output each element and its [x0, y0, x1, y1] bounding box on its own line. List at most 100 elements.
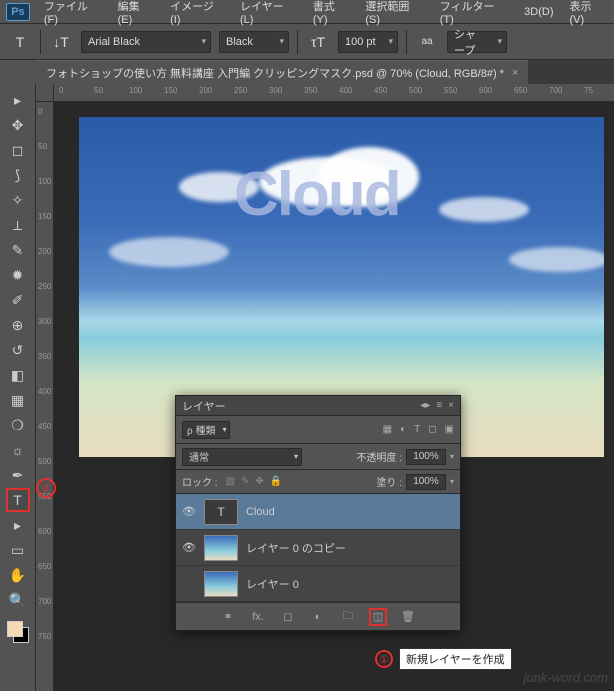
- menu-view[interactable]: 表示(V): [562, 0, 614, 26]
- path-select-tool[interactable]: ▸: [6, 513, 30, 537]
- fill-input[interactable]: 100%: [406, 474, 446, 490]
- layer-row-base[interactable]: レイヤー 0: [176, 566, 460, 602]
- fill-dropdown-icon[interactable]: ▾: [450, 477, 454, 486]
- new-layer-tooltip: 新規レイヤーを作成: [399, 648, 512, 670]
- font-size-icon: τT: [306, 30, 330, 54]
- antialias-select[interactable]: シャープ: [447, 31, 507, 53]
- layers-blend-row: 通常 不透明度 : 100% ▾: [176, 444, 460, 470]
- panel-close-icon[interactable]: ×: [448, 400, 454, 411]
- document-tabs: フォトショップの使い方 無料講座 入門編 クリッピングマスク.psd @ 70%…: [36, 60, 614, 84]
- crop-tool[interactable]: ⟂: [6, 213, 30, 237]
- visibility-toggle[interactable]: 👁: [182, 541, 196, 554]
- text-tool-icon: T: [8, 30, 32, 54]
- visibility-toggle[interactable]: 👁: [182, 505, 196, 518]
- layers-panel-title: レイヤー: [182, 398, 226, 414]
- hand-tool[interactable]: ✋: [6, 563, 30, 587]
- lasso-tool[interactable]: ⟆: [6, 163, 30, 187]
- history-brush-tool[interactable]: ↺: [6, 338, 30, 362]
- menu-3d[interactable]: 3D(D): [516, 6, 561, 18]
- layers-list: 👁 T Cloud 👁 レイヤー 0 のコピー レイヤー 0: [176, 494, 460, 602]
- layers-lock-row: ロック : ▨ ✎ ✥ 🔒 塗り : 100% ▾: [176, 470, 460, 494]
- layers-filter-row: ρ 種類 ▦ ◐ T ◻ ▣: [176, 416, 460, 444]
- blend-mode-select[interactable]: 通常: [182, 448, 302, 466]
- antialias-label: aa: [415, 30, 439, 54]
- filter-shape-icon[interactable]: ◻: [428, 424, 436, 435]
- link-layers-icon[interactable]: ⚭: [219, 608, 237, 626]
- gradient-tool[interactable]: ▦: [6, 388, 30, 412]
- document-tab[interactable]: フォトショップの使い方 無料講座 入門編 クリッピングマスク.psd @ 70%…: [36, 60, 528, 85]
- zoom-tool[interactable]: 🔍: [6, 588, 30, 612]
- pen-tool[interactable]: ✒: [6, 463, 30, 487]
- ruler-corner: [36, 84, 54, 102]
- layer-thumbnail: T: [204, 499, 238, 525]
- layer-fx-icon[interactable]: fx.: [249, 608, 267, 626]
- layers-panel: レイヤー ◂▸ ≡ × ρ 種類 ▦ ◐ T ◻ ▣ 通常 不透明度 : 100…: [175, 395, 461, 631]
- font-style-select[interactable]: Black: [219, 31, 289, 53]
- menu-edit[interactable]: 編集(E): [110, 0, 162, 26]
- layer-mask-icon[interactable]: ◻: [279, 608, 297, 626]
- opacity-input[interactable]: 100%: [406, 449, 446, 465]
- layers-bottom-bar: ⚭ fx. ◻ ◐ 🗀 ◫ 🗑: [176, 602, 460, 630]
- menu-file[interactable]: ファイル(F): [36, 0, 110, 26]
- quick-select-tool[interactable]: ✧: [6, 188, 30, 212]
- panel-menu-icon[interactable]: ≡: [436, 400, 442, 411]
- filter-pixel-icon[interactable]: ▦: [383, 424, 392, 435]
- fill-label: 塗り :: [376, 474, 402, 489]
- marquee-tool[interactable]: ◻: [6, 138, 30, 162]
- move-tool[interactable]: ✥: [6, 113, 30, 137]
- layer-name[interactable]: レイヤー 0: [246, 576, 299, 592]
- tab-close[interactable]: ×: [512, 67, 518, 79]
- menu-select[interactable]: 選択範囲(S): [357, 0, 431, 26]
- opacity-dropdown-icon[interactable]: ▾: [450, 452, 454, 461]
- layer-thumbnail: [204, 571, 238, 597]
- adjustment-layer-icon[interactable]: ◐: [309, 608, 327, 626]
- delete-layer-icon[interactable]: 🗑: [399, 608, 417, 626]
- eyedropper-tool[interactable]: ✎: [6, 238, 30, 262]
- filter-smart-icon[interactable]: ▣: [445, 424, 454, 435]
- options-bar: T ↓T Arial Black Black τT 100 pt aa シャープ: [0, 24, 614, 60]
- expand-icon[interactable]: ▸: [6, 88, 30, 112]
- watermark: junk-word.com: [523, 670, 608, 685]
- clone-tool[interactable]: ⊕: [6, 313, 30, 337]
- brush-tool[interactable]: ✐: [6, 288, 30, 312]
- dodge-tool[interactable]: ☼: [6, 438, 30, 462]
- lock-label: ロック :: [182, 474, 218, 489]
- annotation-1: ① 新規レイヤーを作成: [375, 648, 512, 670]
- menubar: Ps ファイル(F) 編集(E) イメージ(I) レイヤー(L) 書式(Y) 選…: [0, 0, 614, 24]
- opacity-label: 不透明度 :: [356, 449, 402, 464]
- font-family-select[interactable]: Arial Black: [81, 31, 211, 53]
- blur-tool[interactable]: ❍: [6, 413, 30, 437]
- layer-name[interactable]: レイヤー 0 のコピー: [246, 540, 346, 556]
- lock-transparency-icon[interactable]: ▨: [226, 476, 235, 487]
- menu-layer[interactable]: レイヤー(L): [232, 0, 305, 26]
- type-tool[interactable]: T: [6, 488, 30, 512]
- layer-filter-select[interactable]: ρ 種類: [182, 421, 230, 439]
- new-layer-icon[interactable]: ◫: [369, 608, 387, 626]
- menu-type[interactable]: 書式(Y): [305, 0, 357, 26]
- lock-all-icon[interactable]: 🔒: [270, 476, 282, 487]
- menu-filter[interactable]: フィルター(T): [432, 0, 516, 26]
- spot-heal-tool[interactable]: ✹: [6, 263, 30, 287]
- panel-collapse-icon[interactable]: ◂▸: [420, 400, 430, 411]
- eraser-tool[interactable]: ◧: [6, 363, 30, 387]
- layer-row-cloud[interactable]: 👁 T Cloud: [176, 494, 460, 530]
- tab-title: フォトショップの使い方 無料講座 入門編 クリッピングマスク.psd @ 70%…: [46, 65, 504, 81]
- annotation-2: ②: [36, 478, 56, 498]
- filter-type-icon[interactable]: T: [414, 424, 420, 435]
- layer-row-copy[interactable]: 👁 レイヤー 0 のコピー: [176, 530, 460, 566]
- menu-image[interactable]: イメージ(I): [162, 0, 232, 26]
- font-size-input[interactable]: 100 pt: [338, 31, 398, 53]
- layers-panel-header[interactable]: レイヤー ◂▸ ≡ ×: [176, 396, 460, 416]
- canvas-text-cloud: Cloud: [234, 159, 400, 230]
- lock-position-icon[interactable]: ✥: [255, 476, 263, 487]
- text-orientation-icon[interactable]: ↓T: [49, 30, 73, 54]
- new-group-icon[interactable]: 🗀: [339, 608, 357, 626]
- ruler-vertical: 0501001502002503003504004505005506006507…: [36, 102, 54, 691]
- color-swatches[interactable]: [7, 621, 29, 643]
- toolbar: ▸ ✥ ◻ ⟆ ✧ ⟂ ✎ ✹ ✐ ⊕ ↺ ◧ ▦ ❍ ☼ ✒ T ▸ ▭ ✋ …: [0, 84, 36, 691]
- ruler-horizontal: 0501001502002503003504004505005506006507…: [54, 84, 614, 102]
- lock-image-icon[interactable]: ✎: [241, 476, 249, 487]
- filter-adjustment-icon[interactable]: ◐: [400, 424, 406, 435]
- layer-name[interactable]: Cloud: [246, 506, 275, 518]
- rectangle-tool[interactable]: ▭: [6, 538, 30, 562]
